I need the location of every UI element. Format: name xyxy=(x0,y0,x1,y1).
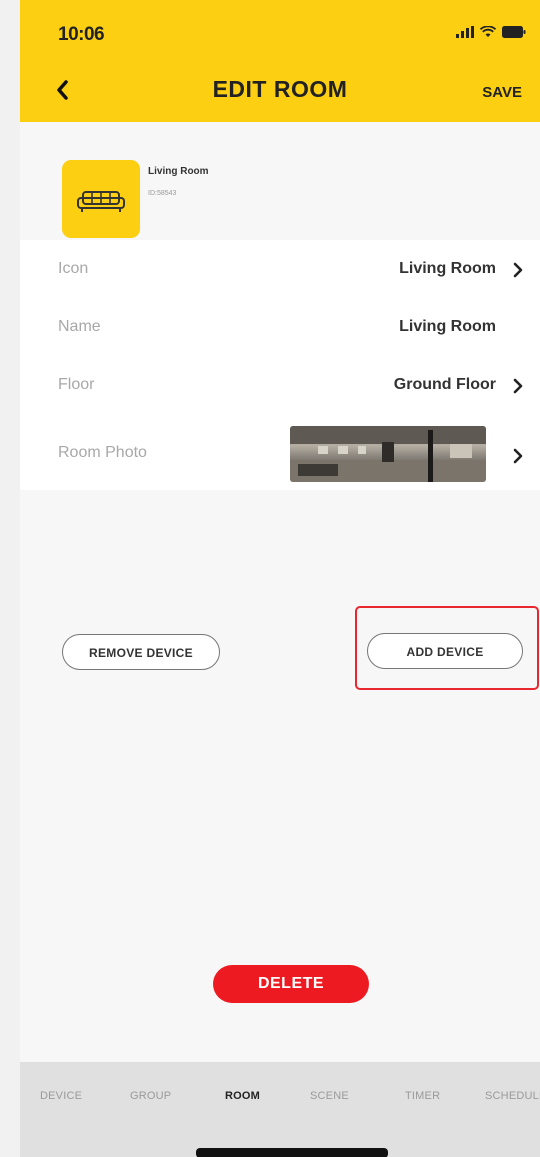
page-title: EDIT ROOM xyxy=(212,76,348,102)
row-value: Living Room xyxy=(399,260,496,277)
row-floor[interactable]: Floor Ground Floor xyxy=(20,356,540,414)
tab-room[interactable]: ROOM xyxy=(225,1090,260,1102)
room-photo-thumbnail[interactable] xyxy=(290,426,486,482)
phone-screen: 10:06 EDIT ROOM SAVE Living Room ID:5854… xyxy=(20,0,540,1157)
tab-timer[interactable]: TIMER xyxy=(405,1090,440,1102)
row-name[interactable]: Name Living Room xyxy=(20,298,540,356)
tab-schedule[interactable]: SCHEDULE xyxy=(485,1090,540,1102)
save-button[interactable]: SAVE xyxy=(482,84,522,101)
bottom-tab-bar: DEVICE GROUP ROOM SCENE TIMER SCHEDULE xyxy=(20,1062,540,1157)
chevron-right-icon xyxy=(513,262,523,278)
tab-group[interactable]: GROUP xyxy=(130,1090,171,1102)
row-label: Room Photo xyxy=(58,444,147,461)
chevron-right-icon xyxy=(513,448,523,464)
row-label: Floor xyxy=(58,376,95,393)
signal-icon xyxy=(456,26,474,38)
room-icon-tile[interactable] xyxy=(62,160,140,238)
sofa-icon xyxy=(77,191,125,212)
tab-scene[interactable]: SCENE xyxy=(310,1090,349,1102)
home-indicator xyxy=(196,1148,388,1157)
tab-device[interactable]: DEVICE xyxy=(40,1090,82,1102)
chevron-right-icon xyxy=(513,378,523,394)
wifi-icon xyxy=(480,26,496,37)
row-label: Name xyxy=(58,318,101,335)
row-icon[interactable]: Icon Living Room xyxy=(20,240,540,298)
row-value: Ground Floor xyxy=(393,376,496,393)
delete-button[interactable]: DELETE xyxy=(213,965,369,1003)
room-name-label: Living Room xyxy=(148,166,209,177)
header-bar: 10:06 EDIT ROOM SAVE xyxy=(20,0,540,122)
battery-icon xyxy=(502,26,526,38)
room-id-label: ID:58543 xyxy=(148,190,177,197)
row-label: Icon xyxy=(58,260,89,277)
status-icons xyxy=(456,26,526,38)
remove-device-button[interactable]: REMOVE DEVICE xyxy=(62,634,220,670)
row-value: Living Room xyxy=(399,318,496,335)
add-device-button[interactable]: ADD DEVICE xyxy=(367,633,523,669)
status-time: 10:06 xyxy=(58,24,105,45)
room-settings-list: Icon Living Room Name Living Room Floor … xyxy=(20,240,540,490)
